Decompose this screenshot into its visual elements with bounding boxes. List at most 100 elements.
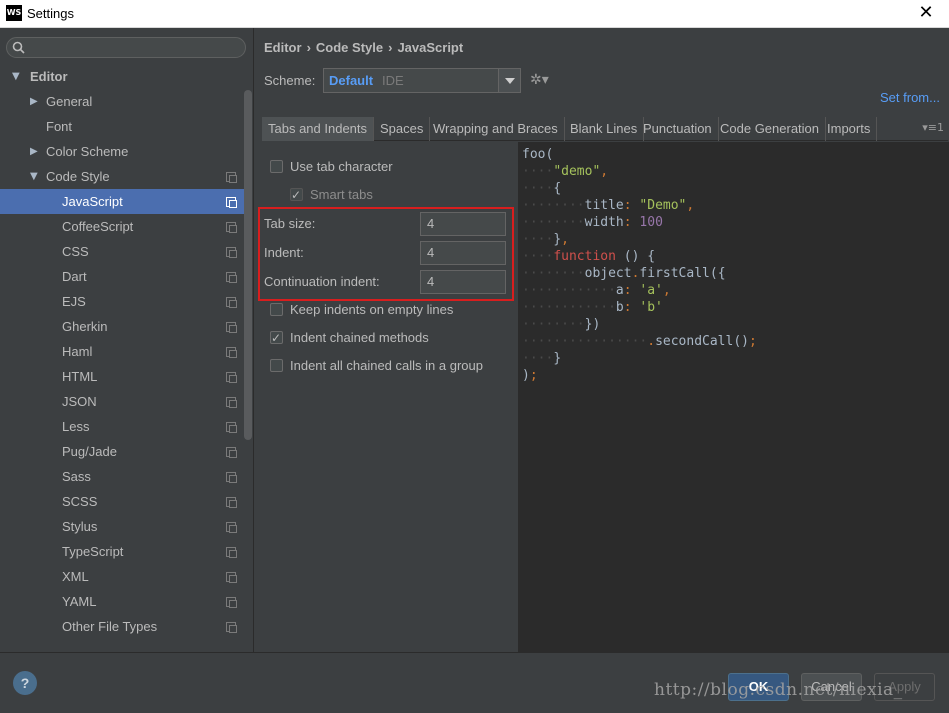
sidebar-item[interactable]: SCSS <box>0 489 244 514</box>
watermark-text: http://blog.csdn.net/niexia_ <box>654 680 903 700</box>
sidebar-item-label: CSS <box>62 244 89 259</box>
sidebar-scrollbar[interactable] <box>244 90 252 440</box>
sidebar-item-label: JavaScript <box>62 194 123 209</box>
set-from-link[interactable]: Set from... <box>880 90 940 105</box>
continuation-indent-label: Continuation indent: <box>264 274 380 289</box>
tab-punctuation[interactable]: Punctuation <box>637 117 719 141</box>
sidebar-item-label: Sass <box>62 469 91 484</box>
sidebar-item-label: General <box>46 94 93 109</box>
scheme-copy-icon <box>226 547 237 558</box>
sidebar-item[interactable]: Dart <box>0 264 244 289</box>
scheme-copy-icon <box>226 497 237 508</box>
sidebar-item[interactable]: EJS <box>0 289 244 314</box>
settings-tree: ▼ Editor ▶ General Font ▶ Color Scheme ▼ Code St… <box>0 64 244 639</box>
tab-code-generation[interactable]: Code Generation <box>714 117 827 141</box>
scheme-copy-icon <box>226 297 237 308</box>
sidebar-item-label: Other File Types <box>62 619 158 634</box>
code-line: ); <box>522 368 538 383</box>
scheme-copy-icon <box>226 572 237 583</box>
sidebar-item[interactable]: ▼ Code Style <box>0 164 244 189</box>
tab-blank-lines[interactable]: Blank Lines <box>564 117 645 141</box>
sidebar-item[interactable]: Less <box>0 414 244 439</box>
sidebar-item-label: Dart <box>62 269 87 284</box>
scheme-copy-icon <box>226 472 237 483</box>
collapsed-arrow-icon[interactable]: ▶ <box>30 89 38 114</box>
sidebar-item-label: Font <box>46 119 73 134</box>
continuation-indent-input[interactable]: 4 <box>420 270 506 294</box>
close-icon[interactable]: ✕ <box>903 0 949 28</box>
indent-label: Indent: <box>264 245 304 260</box>
scheme-copy-icon <box>226 447 237 458</box>
breadcrumb: Editor › Code Style › JavaScript <box>264 40 464 55</box>
sidebar-item[interactable]: Pug/Jade <box>0 439 244 464</box>
webstorm-logo-icon: WS <box>6 5 22 21</box>
tab-imports[interactable]: Imports <box>821 117 878 141</box>
sidebar-item-label: JSON <box>62 394 97 409</box>
tab-tabs-and-indents[interactable]: Tabs and Indents <box>262 117 375 141</box>
sidebar-item[interactable]: TypeScript <box>0 539 244 564</box>
scheme-copy-icon <box>226 597 237 608</box>
sidebar-item[interactable]: CSS <box>0 239 244 264</box>
sidebar-item[interactable]: JavaScript <box>0 189 244 214</box>
checkbox-box[interactable] <box>270 303 283 316</box>
tab-wrapping-and-braces[interactable]: Wrapping and Braces <box>427 117 565 141</box>
code-line: ············a: 'a', <box>522 283 671 298</box>
code-line: ············b: 'b' <box>522 300 663 315</box>
checkbox-box[interactable] <box>270 359 283 372</box>
sidebar-item[interactable]: Stylus <box>0 514 244 539</box>
sidebar-item[interactable]: Other File Types <box>0 614 244 639</box>
checkbox-box[interactable] <box>270 329 283 347</box>
scheme-type: IDE <box>382 73 404 88</box>
sidebar-item-label: HTML <box>62 369 98 384</box>
code-line: ········title: "Demo", <box>522 198 695 213</box>
sidebar-item-label: Color Scheme <box>46 144 129 159</box>
sidebar-item-label: Editor <box>30 69 68 84</box>
gear-icon[interactable]: ✲▾ <box>530 72 550 88</box>
settings-sidebar: ▼ Editor ▶ General Font ▶ Color Scheme ▼ Code St… <box>0 28 254 652</box>
sidebar-item-label: CoffeeScript <box>62 219 134 234</box>
sidebar-item[interactable]: Haml <box>0 339 244 364</box>
search-icon <box>12 41 25 54</box>
code-preview: foo(····"demo", ····{········title: "Demo… <box>518 142 949 652</box>
sidebar-item[interactable]: Font <box>0 114 244 139</box>
tab-spaces[interactable]: Spaces <box>374 117 431 141</box>
code-line: ····function () { <box>522 249 656 264</box>
scheme-select[interactable]: Default IDE <box>323 68 521 93</box>
search-input[interactable] <box>6 37 246 58</box>
sidebar-item-label: Pug/Jade <box>62 444 117 459</box>
collapsed-arrow-icon[interactable]: ▶ <box>30 139 38 164</box>
sidebar-item[interactable]: ▶ General <box>0 89 244 114</box>
code-line: ····{ <box>522 181 562 196</box>
expanded-arrow-icon[interactable]: ▼ <box>30 164 38 189</box>
tab-size-label: Tab size: <box>264 216 316 231</box>
sidebar-item[interactable]: YAML <box>0 589 244 614</box>
sidebar-item-label: Code Style <box>46 169 110 184</box>
expanded-arrow-icon[interactable]: ▼ <box>12 64 20 89</box>
scheme-label: Scheme: <box>264 73 316 88</box>
scheme-copy-icon <box>226 422 237 433</box>
sidebar-item[interactable]: XML <box>0 564 244 589</box>
tab-size-input[interactable]: 4 <box>420 212 506 236</box>
checkbox-box[interactable] <box>270 160 283 173</box>
sidebar-item[interactable]: JSON <box>0 389 244 414</box>
sidebar-item[interactable]: Gherkin <box>0 314 244 339</box>
scheme-copy-icon <box>226 347 237 358</box>
code-line: ········width: 100 <box>522 215 663 230</box>
indent-input[interactable]: 4 <box>420 241 506 265</box>
help-icon[interactable]: ? <box>13 671 37 695</box>
scheme-copy-icon <box>226 622 237 633</box>
sidebar-item[interactable]: CoffeeScript <box>0 214 244 239</box>
checkbox-box[interactable] <box>290 186 303 204</box>
sidebar-item-label: Less <box>62 419 90 434</box>
sidebar-item[interactable]: HTML <box>0 364 244 389</box>
scheme-copy-icon <box>226 372 237 383</box>
tabs-overflow-icon[interactable]: ▾≡1 <box>922 121 944 134</box>
sidebar-item[interactable]: Sass <box>0 464 244 489</box>
chevron-down-icon[interactable] <box>498 69 520 92</box>
scheme-copy-icon <box>226 222 237 233</box>
breadcrumb-code-style: Code Style <box>315 40 384 55</box>
sidebar-item[interactable]: ▶ Color Scheme <box>0 139 244 164</box>
code-line: ····}, <box>522 232 569 247</box>
sidebar-item-label: Haml <box>62 344 93 359</box>
sidebar-item[interactable]: ▼ Editor <box>0 64 244 89</box>
